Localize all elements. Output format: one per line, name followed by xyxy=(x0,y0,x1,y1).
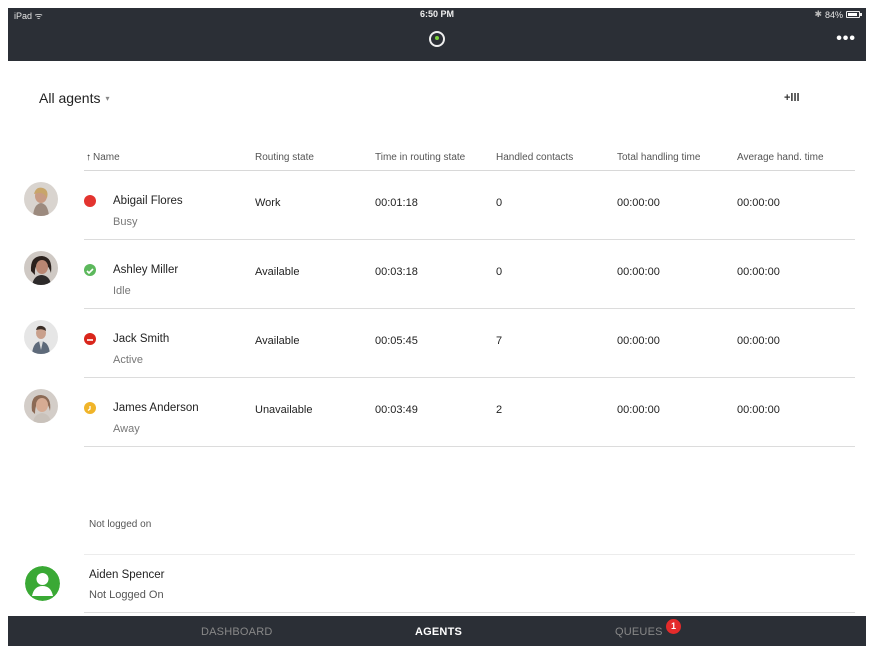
handled-contacts: 0 xyxy=(496,197,503,209)
agent-name: Aiden Spencer xyxy=(89,569,165,581)
avatar xyxy=(24,251,58,285)
table-row[interactable]: Abigail Flores Busy Work 00:01:18 0 00:0… xyxy=(0,171,874,240)
agents-filter-dropdown[interactable]: All agents ▾ xyxy=(39,90,110,106)
queues-notification-badge: 1 xyxy=(666,619,681,634)
handled-contacts: 0 xyxy=(496,266,503,278)
total-handling-time: 00:00:00 xyxy=(617,404,660,416)
time-in-state: 00:01:18 xyxy=(375,197,418,209)
tab-dashboard[interactable]: DASHBOARD xyxy=(201,626,272,638)
row-divider xyxy=(84,446,855,447)
routing-state: Unavailable xyxy=(255,404,313,416)
row-divider xyxy=(84,612,855,613)
average-handling-time: 00:00:00 xyxy=(737,197,780,209)
status-available-check-icon xyxy=(84,264,96,276)
default-avatar-icon xyxy=(25,566,60,601)
column-header-name[interactable]: ↑ Name xyxy=(86,152,120,163)
column-settings-icon[interactable]: +lll xyxy=(784,92,800,104)
agent-status: Busy xyxy=(113,216,138,228)
bottom-tab-bar: DASHBOARD AGENTS QUEUES xyxy=(8,616,866,646)
more-options-icon[interactable]: ••• xyxy=(836,30,856,48)
handled-contacts: 7 xyxy=(496,335,503,347)
average-handling-time: 00:00:00 xyxy=(737,266,780,278)
agent-status: Idle xyxy=(113,285,131,297)
top-bar: iPad ᯤ 6:50 PM ✱ 84% ••• xyxy=(8,8,866,61)
bluetooth-icon: ✱ xyxy=(814,9,822,19)
tab-agents[interactable]: AGENTS xyxy=(415,626,462,638)
avatar xyxy=(24,182,58,216)
chevron-down-icon: ▾ xyxy=(105,93,110,103)
column-header-total-time[interactable]: Total handling time xyxy=(617,152,700,163)
table-row[interactable]: Jack Smith Active Available 00:05:45 7 0… xyxy=(0,309,874,378)
table-row[interactable]: James Anderson Away Unavailable 00:03:49… xyxy=(0,378,874,447)
app-logo-icon xyxy=(429,31,445,47)
agent-status: Not Logged On xyxy=(89,589,164,601)
average-handling-time: 00:00:00 xyxy=(737,335,780,347)
avatar xyxy=(24,389,58,423)
app-page: iPad ᯤ 6:50 PM ✱ 84% ••• All agents ▾ +l… xyxy=(0,0,874,646)
status-time: 6:50 PM xyxy=(419,9,454,19)
total-handling-time: 00:00:00 xyxy=(617,335,660,347)
agent-status: Active xyxy=(113,354,143,366)
battery-icon xyxy=(846,11,862,18)
status-do-not-disturb-icon xyxy=(84,333,96,345)
table-header: ↑ Name Routing state Time in routing stat… xyxy=(0,152,874,168)
column-header-avg-time[interactable]: Average hand. time xyxy=(737,152,824,163)
status-away-clock-icon xyxy=(84,402,96,414)
agent-name: Abigail Flores xyxy=(113,195,183,207)
time-in-state: 00:05:45 xyxy=(375,335,418,347)
agent-name: James Anderson xyxy=(113,402,199,414)
status-dot-busy xyxy=(84,195,96,207)
table-row[interactable]: Ashley Miller Idle Available 00:03:18 0 … xyxy=(0,240,874,309)
time-in-state: 00:03:18 xyxy=(375,266,418,278)
status-right: ✱ 84% xyxy=(814,9,862,20)
total-handling-time: 00:00:00 xyxy=(617,266,660,278)
handled-contacts: 2 xyxy=(496,404,503,416)
battery-percent: 84% xyxy=(824,9,843,20)
sort-up-arrow-icon: ↑ xyxy=(86,152,91,163)
column-header-time-in-state[interactable]: Time in routing state xyxy=(375,152,465,163)
agents-filter-label: All agents xyxy=(39,90,101,106)
not-logged-on-section-label: Not logged on xyxy=(89,519,152,530)
total-handling-time: 00:00:00 xyxy=(617,197,660,209)
agent-name: Ashley Miller xyxy=(113,264,179,276)
list-item[interactable]: Aiden Spencer Not Logged On xyxy=(0,555,874,613)
average-handling-time: 00:00:00 xyxy=(737,404,780,416)
avatar xyxy=(24,320,58,354)
tab-queues[interactable]: QUEUES xyxy=(615,626,663,638)
routing-state: Available xyxy=(255,335,300,347)
routing-state: Available xyxy=(255,266,300,278)
agent-status: Away xyxy=(113,423,140,435)
column-header-handled[interactable]: Handled contacts xyxy=(496,152,573,163)
routing-state: Work xyxy=(255,197,281,209)
time-in-state: 00:03:49 xyxy=(375,404,418,416)
agent-name: Jack Smith xyxy=(113,333,170,345)
column-header-routing-state[interactable]: Routing state xyxy=(255,152,314,163)
